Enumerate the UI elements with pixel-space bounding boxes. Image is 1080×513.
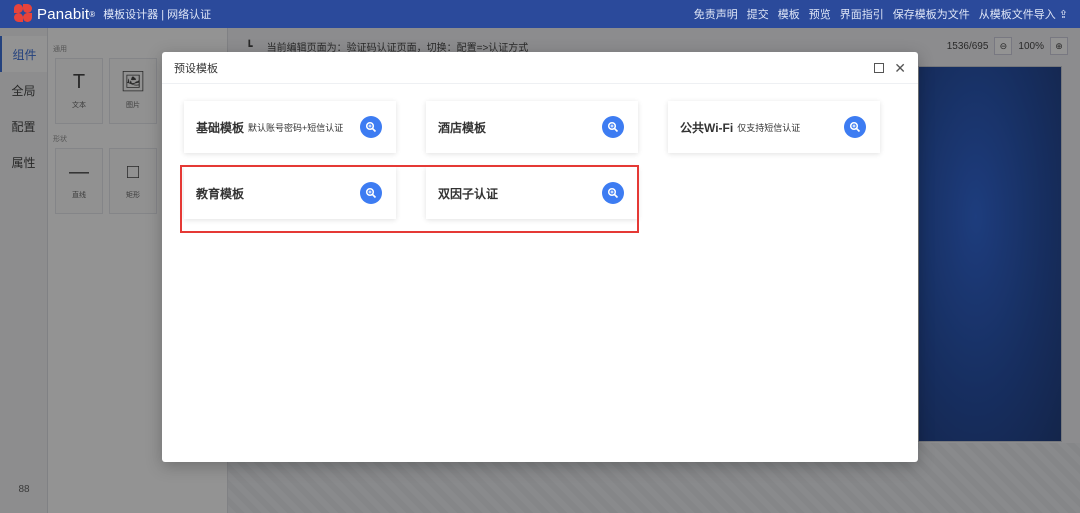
template-card-hotel[interactable]: 酒店模板	[426, 101, 638, 153]
brand-name: Panabit	[37, 5, 90, 23]
top-bar: Panabit ® 模板设计器 | 网络认证 免责声明 提交 模板 预览 界面指…	[0, 0, 1080, 28]
preview-link[interactable]: 预览	[809, 6, 831, 22]
preview-zoom-icon[interactable]	[360, 116, 382, 138]
card-subtitle: 仅支持短信认证	[737, 122, 801, 133]
modal-header: 预设模板 ✕	[162, 52, 918, 84]
disclaimer-link[interactable]: 免责声明	[694, 6, 738, 22]
brand-reg: ®	[89, 9, 96, 19]
card-subtitle: 默认账号密码+短信认证	[248, 122, 344, 133]
logo-icon	[14, 4, 34, 24]
card-title: 公共Wi-Fi	[680, 120, 734, 135]
highlight-box	[180, 165, 639, 233]
preview-zoom-icon[interactable]	[844, 116, 866, 138]
import-template-link[interactable]: 从模板文件导入 ⇪	[979, 6, 1068, 22]
preset-template-modal: 预设模板 ✕ 基础模板 默认账号密码+短信认证 酒店模板 公共Wi-Fi 仅支持…	[162, 52, 918, 462]
upload-icon: ⇪	[1058, 9, 1068, 21]
template-card-basic[interactable]: 基础模板 默认账号密码+短信认证	[184, 101, 396, 153]
close-icon[interactable]: ✕	[894, 61, 906, 75]
modal-controls: ✕	[874, 61, 906, 75]
maximize-icon[interactable]	[874, 62, 885, 73]
preview-zoom-icon[interactable]	[602, 116, 624, 138]
top-actions: 免责声明 提交 模板 预览 界面指引 保存模板为文件 从模板文件导入 ⇪	[694, 6, 1068, 22]
brand-logo: Panabit ®	[14, 4, 95, 24]
save-template-link[interactable]: 保存模板为文件	[893, 6, 970, 22]
template-card-public-wifi[interactable]: 公共Wi-Fi 仅支持短信认证	[668, 101, 880, 153]
card-title: 酒店模板	[438, 120, 487, 135]
import-template-label: 从模板文件导入	[978, 9, 1056, 21]
guide-link[interactable]: 界面指引	[840, 6, 884, 22]
modal-title: 预设模板	[174, 62, 218, 75]
submit-link[interactable]: 提交	[747, 6, 769, 22]
app-title: 模板设计器 | 网络认证	[103, 9, 212, 21]
template-link[interactable]: 模板	[778, 6, 800, 22]
card-title: 基础模板	[196, 120, 245, 135]
